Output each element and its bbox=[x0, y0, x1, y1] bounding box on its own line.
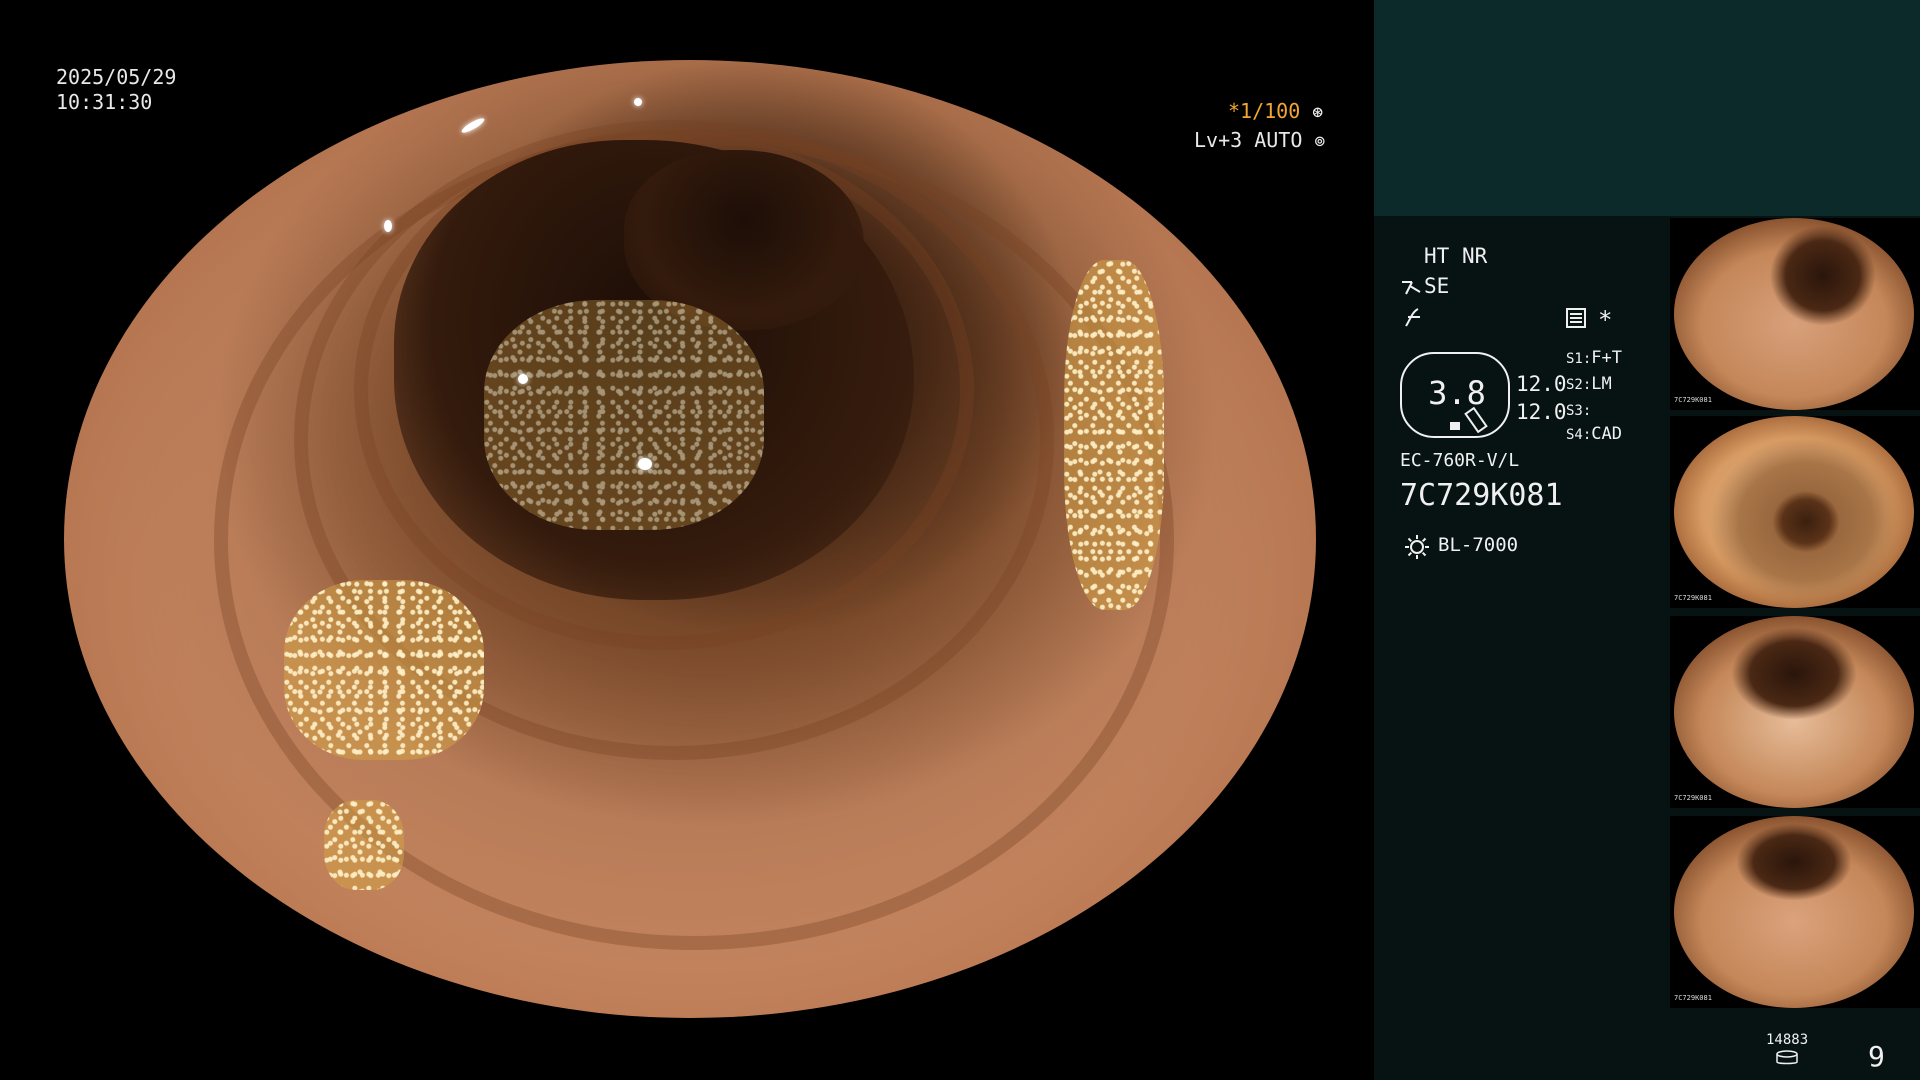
thumbnail-4[interactable]: 7C729K081 bbox=[1670, 816, 1920, 1008]
storage-count: 14883 bbox=[1766, 1032, 1809, 1048]
thumbnail-image bbox=[1674, 816, 1914, 1008]
aperture-icon: ⊛ bbox=[1312, 102, 1324, 123]
thumbnail-label: 7C729K081 bbox=[1674, 594, 1712, 602]
storage-disk-icon bbox=[1775, 1050, 1799, 1066]
bubble-cluster bbox=[284, 580, 484, 760]
endoscope-screen: 2025/05/29 10:31:30 *1/100 ⊛ Lv+3 AUTO ⊚… bbox=[0, 0, 1920, 1080]
scope-model: EC-760R-V/L bbox=[1400, 450, 1520, 471]
thumbnail-label: 7C729K081 bbox=[1674, 794, 1712, 802]
bubble-cluster bbox=[484, 300, 764, 530]
light-glare bbox=[459, 115, 487, 136]
light-source-model: BL-7000 bbox=[1438, 534, 1519, 556]
iris-icon: ⊚ bbox=[1314, 131, 1326, 152]
shutter-speed: *1/100 ⊛ bbox=[1228, 98, 1323, 126]
time-text: 10:31:30 bbox=[56, 90, 153, 114]
light-glare bbox=[634, 98, 642, 106]
scope-zoom-badge: 3.8 bbox=[1400, 352, 1510, 438]
value-1: 12.0 bbox=[1516, 372, 1567, 396]
light-glare bbox=[518, 374, 528, 384]
switch-s2-value: LM bbox=[1591, 374, 1612, 394]
switch-s4-value: CAD bbox=[1591, 424, 1623, 444]
scope-serial: 7C729K081 bbox=[1400, 478, 1563, 513]
thumbnail-3[interactable]: 7C729K081 bbox=[1670, 616, 1920, 808]
color-mode-icon bbox=[1402, 306, 1424, 332]
nr-indicator: NR bbox=[1462, 244, 1488, 268]
light-source-icon bbox=[1404, 534, 1430, 560]
menu-list-icon bbox=[1566, 308, 1586, 332]
switch-s2-label: S2: bbox=[1566, 377, 1592, 393]
light-glare bbox=[384, 220, 392, 232]
scope-marker bbox=[1450, 422, 1460, 430]
switch-s3-label: S3: bbox=[1566, 403, 1592, 419]
switch-s3: S3: bbox=[1566, 400, 1591, 420]
bubble-cluster bbox=[1064, 260, 1164, 610]
switch-s2: S2:LM bbox=[1566, 374, 1612, 394]
switch-s4-label: S4: bbox=[1566, 427, 1592, 443]
iris-mode: Lv+3 AUTO ⊚ bbox=[1194, 127, 1325, 155]
shutter-speed-text: *1/100 bbox=[1228, 99, 1301, 123]
value-2: 12.0 bbox=[1516, 400, 1567, 424]
scope-zoom-value: 3.8 bbox=[1428, 374, 1486, 412]
iris-mode-text: Lv+3 AUTO bbox=[1194, 128, 1303, 152]
switch-s4: S4:CAD bbox=[1566, 424, 1622, 444]
thumbnail-label: 7C729K081 bbox=[1674, 994, 1712, 1002]
thumbnail-image bbox=[1674, 218, 1914, 410]
ht-indicator: HT bbox=[1424, 244, 1450, 268]
asterisk-indicator: * bbox=[1598, 306, 1613, 334]
date-text: 2025/05/29 bbox=[56, 65, 177, 89]
switch-s1-value: F+T bbox=[1591, 348, 1623, 368]
light-glare bbox=[638, 458, 652, 470]
panel-header-area bbox=[1374, 0, 1920, 216]
bubble-cluster bbox=[324, 800, 404, 890]
se-indicator: SE bbox=[1424, 274, 1450, 298]
switch-s1: S1:F+T bbox=[1566, 348, 1622, 368]
endoscope-live-view bbox=[64, 60, 1316, 1018]
image-count: 9 bbox=[1868, 1040, 1885, 1073]
thumbnail-image bbox=[1674, 416, 1914, 608]
structure-enhance-icon bbox=[1400, 276, 1422, 302]
thumbnail-2[interactable]: 7C729K081 bbox=[1670, 416, 1920, 608]
switch-s1-label: S1: bbox=[1566, 351, 1592, 367]
thumbnail-1[interactable]: 7C729K081 bbox=[1670, 218, 1920, 410]
thumbnail-label: 7C729K081 bbox=[1674, 396, 1712, 404]
thumbnail-image bbox=[1674, 616, 1914, 808]
